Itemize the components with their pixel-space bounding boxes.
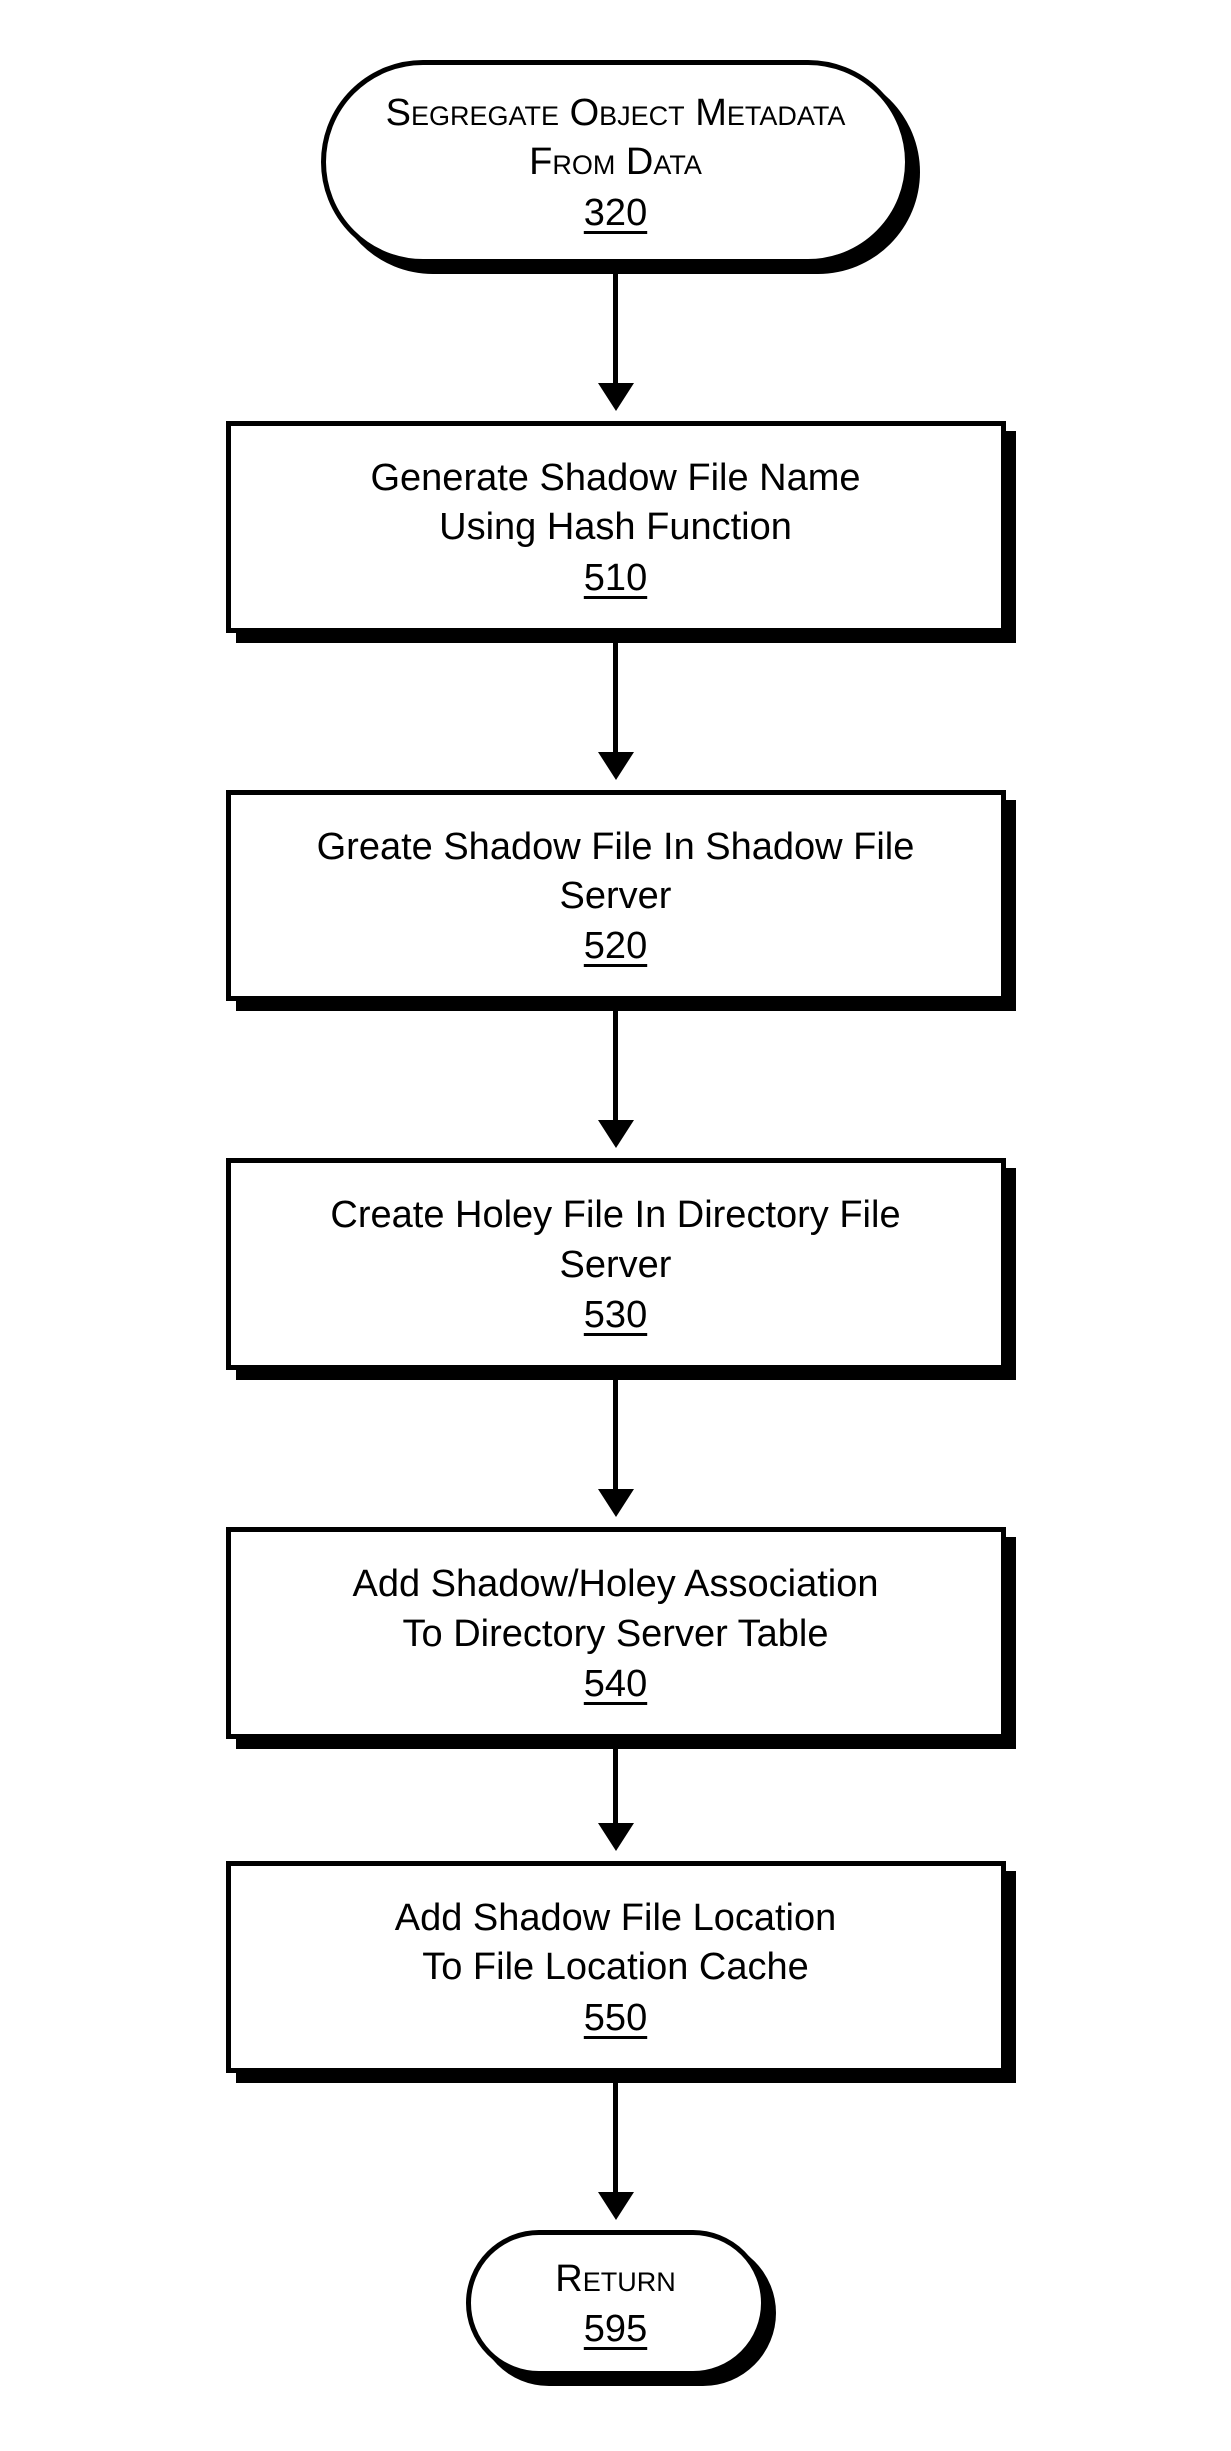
start-number: 320 bbox=[584, 192, 647, 235]
step4-line2: To Directory Server Table bbox=[271, 1610, 961, 1659]
step4-line1: Add Shadow/Holey Association bbox=[271, 1560, 961, 1609]
step5-number: 550 bbox=[584, 1997, 647, 2040]
step3-number: 530 bbox=[584, 1294, 647, 1337]
step4-number: 540 bbox=[584, 1663, 647, 1706]
arrow-5 bbox=[598, 1749, 634, 1851]
process-step-5: Add Shadow File Location To File Locatio… bbox=[226, 1861, 1006, 2073]
step1-number: 510 bbox=[584, 557, 647, 600]
process-step-3: Create Holey File In Directory File Serv… bbox=[226, 1158, 1006, 1370]
step2-number: 520 bbox=[584, 925, 647, 968]
process-step-1: Generate Shadow File Name Using Hash Fun… bbox=[226, 421, 1006, 633]
step3-line1: Create Holey File In Directory File Serv… bbox=[271, 1191, 961, 1290]
process-step-2: Greate Shadow File In Shadow File Server… bbox=[226, 790, 1006, 1002]
start-terminal: Segregate Object Metadata From Data 320 bbox=[321, 60, 911, 264]
end-text: Return bbox=[531, 2255, 701, 2304]
arrow-1 bbox=[598, 274, 634, 411]
start-text-line2: From Data bbox=[386, 138, 846, 187]
step1-line1: Generate Shadow File Name bbox=[271, 454, 961, 503]
step1-line2: Using Hash Function bbox=[271, 503, 961, 552]
arrow-4 bbox=[598, 1380, 634, 1517]
step5-line1: Add Shadow File Location bbox=[271, 1894, 961, 1943]
arrow-6 bbox=[598, 2083, 634, 2220]
process-step-4: Add Shadow/Holey Association To Director… bbox=[226, 1527, 1006, 1739]
arrow-2 bbox=[598, 643, 634, 780]
start-text-line1: Segregate Object Metadata bbox=[386, 89, 846, 138]
step2-line1: Greate Shadow File In Shadow File Server bbox=[271, 823, 961, 922]
flowchart-container: Segregate Object Metadata From Data 320 … bbox=[166, 60, 1066, 2376]
end-terminal: Return 595 bbox=[466, 2230, 766, 2376]
end-number: 595 bbox=[584, 2308, 647, 2351]
step5-line2: To File Location Cache bbox=[271, 1943, 961, 1992]
arrow-3 bbox=[598, 1011, 634, 1148]
